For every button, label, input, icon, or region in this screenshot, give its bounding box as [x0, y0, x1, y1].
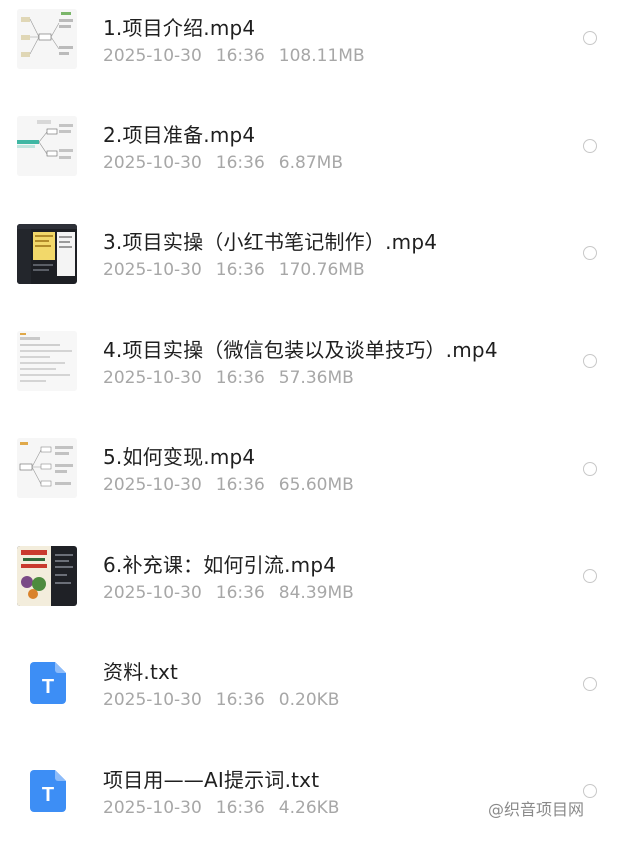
- file-meta: 2025-10-30 16:36 84.39MB: [103, 583, 368, 603]
- file-date: 2025-10-30: [103, 798, 202, 818]
- video-thumbnail: [17, 224, 77, 284]
- video-thumbnail: [17, 438, 77, 498]
- file-time: 16:36: [215, 583, 265, 603]
- file-name: 1.项目介绍.mp4: [103, 16, 256, 40]
- video-thumbnail: [17, 9, 77, 69]
- file-size: 6.87MB: [278, 153, 343, 173]
- file-size: 84.39MB: [278, 583, 354, 603]
- file-row[interactable]: T 资料.txt 2025-10-30 16:36 0.20KB: [0, 644, 630, 751]
- file-name: 3.项目实操（小红书笔记制作）.mp4: [103, 230, 438, 254]
- file-meta: 2025-10-30 16:36 65.60MB: [103, 475, 368, 495]
- txt-icon-letter: T: [42, 676, 54, 698]
- file-time: 16:36: [215, 798, 265, 818]
- file-date: 2025-10-30: [103, 583, 202, 603]
- file-time: 16:36: [215, 46, 265, 66]
- file-name: 项目用——AI提示词.txt: [103, 768, 320, 792]
- file-row[interactable]: 4.项目实操（微信包装以及谈单技巧）.mp4 2025-10-30 16:36 57…: [0, 322, 630, 429]
- file-size: 170.76MB: [278, 260, 365, 280]
- file-time: 16:36: [215, 475, 265, 495]
- select-radio[interactable]: [583, 677, 597, 691]
- file-list: 1.项目介绍.mp4 2025-10-30 16:36 108.11MB 2.项…: [0, 0, 630, 844]
- select-radio[interactable]: [583, 246, 597, 260]
- file-name: 4.项目实操（微信包装以及谈单技巧）.mp4: [103, 338, 498, 362]
- file-time: 16:36: [215, 368, 265, 388]
- file-row[interactable]: 2.项目准备.mp4 2025-10-30 16:36 6.87MB: [0, 107, 630, 214]
- txt-icon-letter: T: [42, 784, 54, 806]
- file-meta: 2025-10-30 16:36 0.20KB: [103, 690, 353, 710]
- select-radio[interactable]: [583, 139, 597, 153]
- video-thumbnail: [17, 546, 77, 606]
- watermark: @织音项目网: [488, 800, 585, 819]
- file-size: 0.20KB: [278, 690, 340, 710]
- file-time: 16:36: [215, 153, 265, 173]
- file-date: 2025-10-30: [103, 153, 202, 173]
- select-radio[interactable]: [583, 354, 597, 368]
- file-row[interactable]: 3.项目实操（小红书笔记制作）.mp4 2025-10-30 16:36 170.7…: [0, 214, 630, 321]
- video-thumbnail: [17, 331, 77, 391]
- file-name: 6.补充课：如何引流.mp4: [103, 553, 337, 577]
- select-radio[interactable]: [583, 31, 597, 45]
- select-radio[interactable]: [583, 462, 597, 476]
- txt-file-icon: T: [30, 662, 66, 704]
- file-name: 资料.txt: [103, 660, 179, 684]
- file-meta: 2025-10-30 16:36 6.87MB: [103, 153, 357, 173]
- file-row[interactable]: 1.项目介绍.mp4 2025-10-30 16:36 108.11MB: [0, 0, 630, 107]
- file-date: 2025-10-30: [103, 690, 202, 710]
- select-radio[interactable]: [583, 784, 597, 798]
- txt-file-icon: T: [30, 770, 66, 812]
- file-date: 2025-10-30: [103, 46, 202, 66]
- file-time: 16:36: [215, 690, 265, 710]
- file-size: 65.60MB: [278, 475, 354, 495]
- file-name: 2.项目准备.mp4: [103, 123, 256, 147]
- file-name: 5.如何变现.mp4: [103, 445, 256, 469]
- video-thumbnail: [17, 116, 77, 176]
- file-meta: 2025-10-30 16:36 170.76MB: [103, 260, 379, 280]
- file-size: 108.11MB: [278, 46, 365, 66]
- file-size: 4.26KB: [278, 798, 340, 818]
- file-meta: 2025-10-30 16:36 4.26KB: [103, 798, 353, 818]
- file-meta: 2025-10-30 16:36 57.36MB: [103, 368, 368, 388]
- file-row[interactable]: 6.补充课：如何引流.mp4 2025-10-30 16:36 84.39MB: [0, 537, 630, 644]
- file-size: 57.36MB: [278, 368, 354, 388]
- file-time: 16:36: [215, 260, 265, 280]
- file-date: 2025-10-30: [103, 368, 202, 388]
- file-meta: 2025-10-30 16:36 108.11MB: [103, 46, 379, 66]
- file-row[interactable]: 5.如何变现.mp4 2025-10-30 16:36 65.60MB: [0, 429, 630, 536]
- file-date: 2025-10-30: [103, 475, 202, 495]
- select-radio[interactable]: [583, 569, 597, 583]
- file-date: 2025-10-30: [103, 260, 202, 280]
